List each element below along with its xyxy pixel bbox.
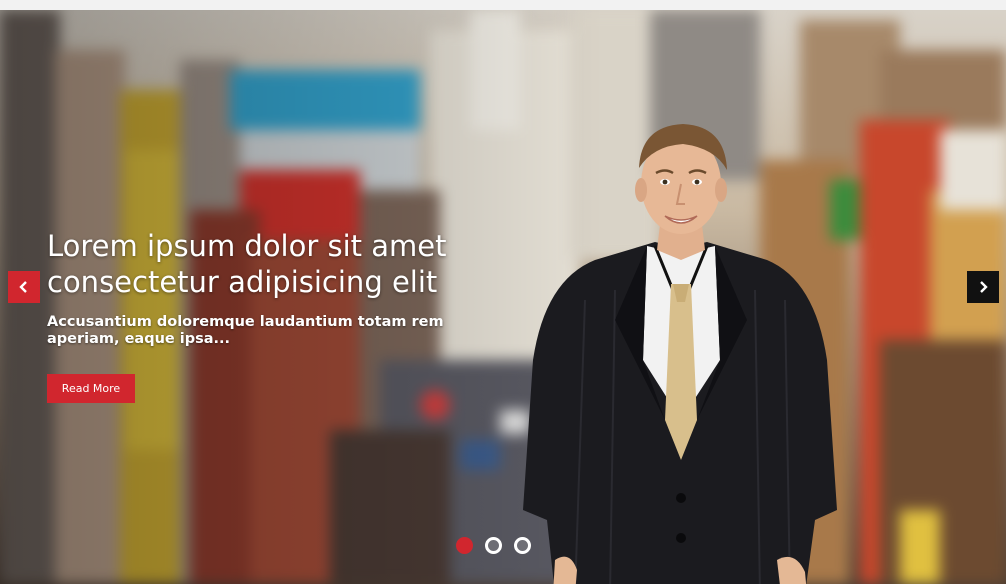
slide-caption: Lorem ipsum dolor sit amet consectetur a… (47, 228, 517, 348)
slider-pagination (456, 537, 531, 554)
pagination-dot[interactable] (456, 537, 473, 554)
chevron-right-icon (978, 281, 988, 293)
read-more-button[interactable]: Read More (47, 374, 135, 403)
businessman-image (515, 120, 845, 584)
top-bar (0, 0, 1006, 10)
prev-slide-button[interactable] (8, 271, 40, 303)
slide-subtext: Accusantium doloremque laudantium totam … (47, 314, 444, 347)
pagination-dot[interactable] (485, 537, 502, 554)
next-slide-button[interactable] (967, 271, 999, 303)
slide-headline: Lorem ipsum dolor sit amet consectetur a… (47, 229, 447, 299)
pagination-dot[interactable] (514, 537, 531, 554)
chevron-left-icon (19, 281, 29, 293)
